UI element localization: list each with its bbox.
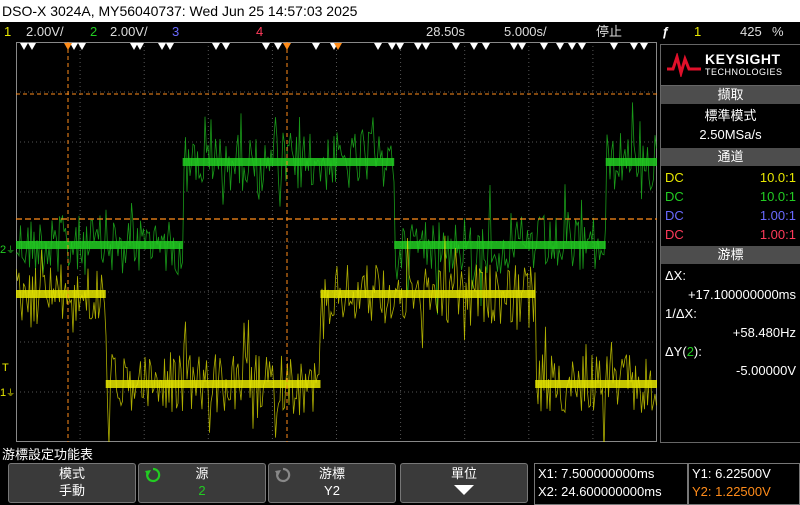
keysight-logo: KEYSIGHT TECHNOLOGIES: [661, 45, 800, 86]
ch4-label[interactable]: 4: [256, 22, 263, 42]
channel-row-1: DC 10.0:1: [665, 170, 796, 185]
info-panel: KEYSIGHT TECHNOLOGIES 擷取 標準模式 2.50MSa/s …: [660, 44, 800, 443]
acquire-header: 擷取: [661, 86, 800, 104]
rotate-knob-icon: [275, 467, 291, 483]
softkey-bar: 游標設定功能表 模式 手動 源 2 游標 Y2 單位 X1: 7.5000000…: [0, 443, 800, 505]
rotate-knob-icon: [145, 467, 161, 483]
channel-row-2: DC 10.0:1: [665, 189, 796, 204]
waveform-display[interactable]: [16, 42, 657, 442]
inv-delta-x-label: 1/ΔX:: [665, 306, 697, 321]
submenu-down-arrow-icon: [454, 485, 474, 495]
delta-x-label: ΔX:: [665, 268, 686, 283]
trigger-unit: %: [772, 24, 784, 39]
brand-name: KEYSIGHT: [705, 51, 781, 67]
ch1-ground-marker[interactable]: 1⏚: [0, 386, 15, 399]
ch3-label[interactable]: 3: [172, 22, 179, 42]
ch2-trace-level-band: [605, 158, 657, 166]
channel-header: 通道: [661, 148, 800, 166]
trigger-edge-icon: ƒ: [662, 24, 670, 39]
ch2-scale[interactable]: 2.00V/: [110, 22, 148, 42]
channel-row-4: DC 1.00:1: [665, 227, 796, 242]
softkey-mode[interactable]: 模式 手動: [8, 463, 136, 503]
ch1-trace-level-band: [535, 380, 657, 388]
ch2-ground-marker[interactable]: 2⏚: [0, 243, 15, 256]
acquire-mode: 標準模式: [704, 108, 757, 123]
window-title-bar: DSO-X 3024A, MY56040737: Wed Jun 25 14:5…: [0, 0, 800, 22]
menu-title: 游標設定功能表: [2, 447, 94, 462]
cursor-header: 游標: [661, 246, 800, 264]
horizontal-position[interactable]: 28.50s: [426, 22, 465, 42]
softkey-units[interactable]: 單位: [400, 463, 528, 503]
cursor-y1-value: Y1: 6.22500V: [692, 466, 771, 481]
delta-y-label: ΔY(2):: [665, 344, 702, 359]
cursor-y-readout: Y1: 6.22500V Y2: 1.22500V: [688, 463, 800, 505]
ch1-label[interactable]: 1: [4, 22, 11, 42]
ch1-trace-level-band: [105, 380, 321, 388]
trigger-source[interactable]: 1: [694, 22, 701, 42]
trigger-level-marker[interactable]: T: [2, 362, 9, 374]
ch2-trace-level-band: [16, 241, 183, 249]
window-title: DSO-X 3024A, MY56040737: Wed Jun 25 14:5…: [2, 3, 358, 19]
cursor-x-readout: X1: 7.500000000ms X2: 24.600000000ms: [534, 463, 688, 505]
ch1-trace-level-band: [16, 290, 106, 298]
delta-y-value: -5.00000V: [736, 363, 796, 378]
delta-x-value: +17.100000000ms: [687, 287, 796, 302]
sample-rate: 2.50MSa/s: [699, 127, 762, 142]
trigger-level[interactable]: 425: [740, 22, 762, 42]
ch2-trace-level-band: [182, 158, 395, 166]
time-scale[interactable]: 5.000s/: [504, 22, 547, 42]
status-bar: 1 2.00V/ 2 2.00V/ 3 4 28.50s 5.000s/ 停止 …: [0, 22, 800, 42]
softkey-source[interactable]: 源 2: [138, 463, 266, 503]
cursor-x1-value: X1: 7.500000000ms: [538, 466, 655, 481]
channel-row-3: DC 1.00:1: [665, 208, 796, 223]
ch2-label[interactable]: 2: [90, 22, 97, 42]
ch1-trace-level-band: [320, 290, 536, 298]
ch2-trace-level-band: [394, 241, 606, 249]
cursor-y2-value: Y2: 1.22500V: [692, 484, 771, 499]
ch1-scale[interactable]: 2.00V/: [26, 22, 64, 42]
inv-delta-x-value: +58.480Hz: [732, 325, 796, 340]
softkey-cursor[interactable]: 游標 Y2: [268, 463, 396, 503]
run-state: 停止: [596, 24, 623, 39]
cursor-x2-value: X2: 24.600000000ms: [538, 484, 662, 499]
brand-sub: TECHNOLOGIES: [705, 67, 783, 77]
keysight-wave-icon: [667, 53, 701, 77]
